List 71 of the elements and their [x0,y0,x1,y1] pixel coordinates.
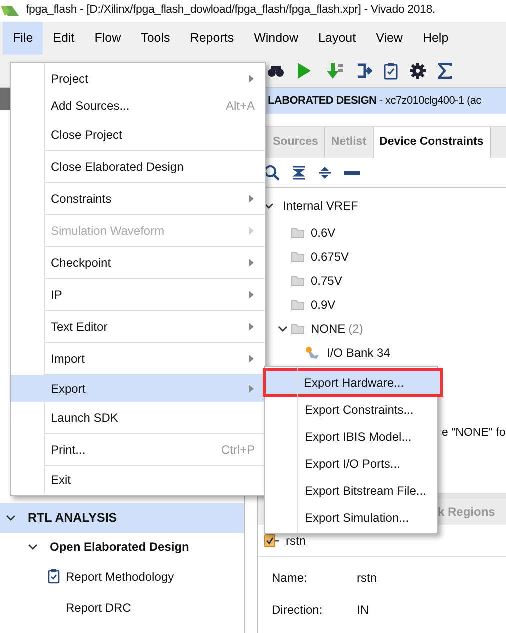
chevron-icon[interactable] [6,513,16,523]
field-label: Name: [272,570,308,587]
tree-item[interactable]: 0.6V [311,224,336,242]
sigma-icon[interactable] [438,63,452,79]
field-value: IN [357,602,369,619]
menu-item[interactable]: Layout [308,22,366,55]
menu-item[interactable]: Help [412,22,459,55]
tree-item[interactable]: NONE [311,320,346,338]
object-name: rstn [286,532,306,550]
folder-icon [291,226,305,240]
menu-item[interactable]: File [3,22,44,55]
collapse-all-icon[interactable] [292,166,306,180]
menu-item[interactable]: Export Simulation... [265,504,437,531]
chevron-icon[interactable] [264,201,274,211]
menu-item[interactable]: Launch SDK [11,402,265,434]
tree-item[interactable]: I/O Bank 34 [327,344,390,362]
menu-item[interactable]: Export Bitstream File... [265,477,437,504]
section-header[interactable]: RTL ANALYSIS [0,503,244,533]
folder-icon [291,298,305,312]
menu-item[interactable]: Exit [11,466,265,493]
folder-icon [291,274,305,288]
menu-item[interactable]: View [366,22,413,55]
menu-item[interactable]: Export Hardware... [264,369,442,396]
chevron-icon[interactable] [28,542,38,552]
tree-item[interactable]: 0.75V [311,272,342,290]
flow-step[interactable]: Report DRC [66,598,132,616]
menu-item[interactable]: IP [11,279,265,311]
menu-item[interactable]: Export [11,375,265,402]
menu-item[interactable]: Edit [43,22,85,55]
menu-item[interactable]: Export IBIS Model... [265,423,437,450]
menu-item[interactable]: Window [244,22,309,55]
menu-item[interactable]: Export Constraints... [265,396,437,423]
flow-step[interactable]: Open Elaborated Design [50,538,190,556]
clipboard-icon [48,569,60,584]
tree-item[interactable]: Internal VREF [283,197,358,215]
menu-item[interactable]: Reports [180,22,244,55]
download-icon[interactable] [326,62,344,80]
binoculars-icon[interactable] [268,64,284,78]
gear-icon[interactable] [410,63,426,79]
chevron-icon[interactable] [278,324,288,334]
menu-item[interactable]: Tools [131,22,180,55]
menu-item[interactable]: Import [11,343,265,375]
tree-item[interactable]: 0.675V [311,248,350,266]
logo-icon [0,4,20,18]
tab[interactable]: Device Constraints [374,127,491,158]
item-count: (2) [348,321,364,338]
menu-item[interactable]: Print... Ctrl+P [11,434,265,466]
menu-item[interactable]: Export I/O Ports... [265,450,437,477]
expand-all-icon[interactable] [318,166,332,180]
shortcut-text: Ctrl+P [221,442,255,459]
menu-item[interactable]: Checkpoint [11,247,265,279]
menu-item[interactable]: Close Elaborated Design [11,151,265,183]
shortcut-text: Alt+A [226,98,255,114]
bank-icon [305,346,321,360]
clipboard-icon[interactable] [384,62,398,80]
route-icon[interactable] [356,63,372,79]
menu-item[interactable]: Close Project [11,119,265,151]
field-label: Direction: [272,602,324,619]
port-icon [264,532,280,548]
search-icon[interactable] [264,164,280,180]
window-title: fpga_flash - [D:/Xilinx/fpga_flash_dowload/fpga_flash/fpga_flash.xpr] - Vivado 2018. [26,3,436,18]
menu-item[interactable]: Constraints [11,183,265,215]
flow-step[interactable]: Report Methodology [66,568,174,586]
section-title: RTL ANALYSIS [28,510,118,527]
field-value: rstn [357,570,378,587]
folder-icon [291,250,305,264]
tree-item[interactable]: 0.9V [311,296,336,314]
folder-icon [291,322,305,336]
message-text: e "NONE" fo [442,427,506,439]
menu-item[interactable]: Text Editor [11,311,265,343]
menu-item[interactable]: Flow [84,22,132,55]
